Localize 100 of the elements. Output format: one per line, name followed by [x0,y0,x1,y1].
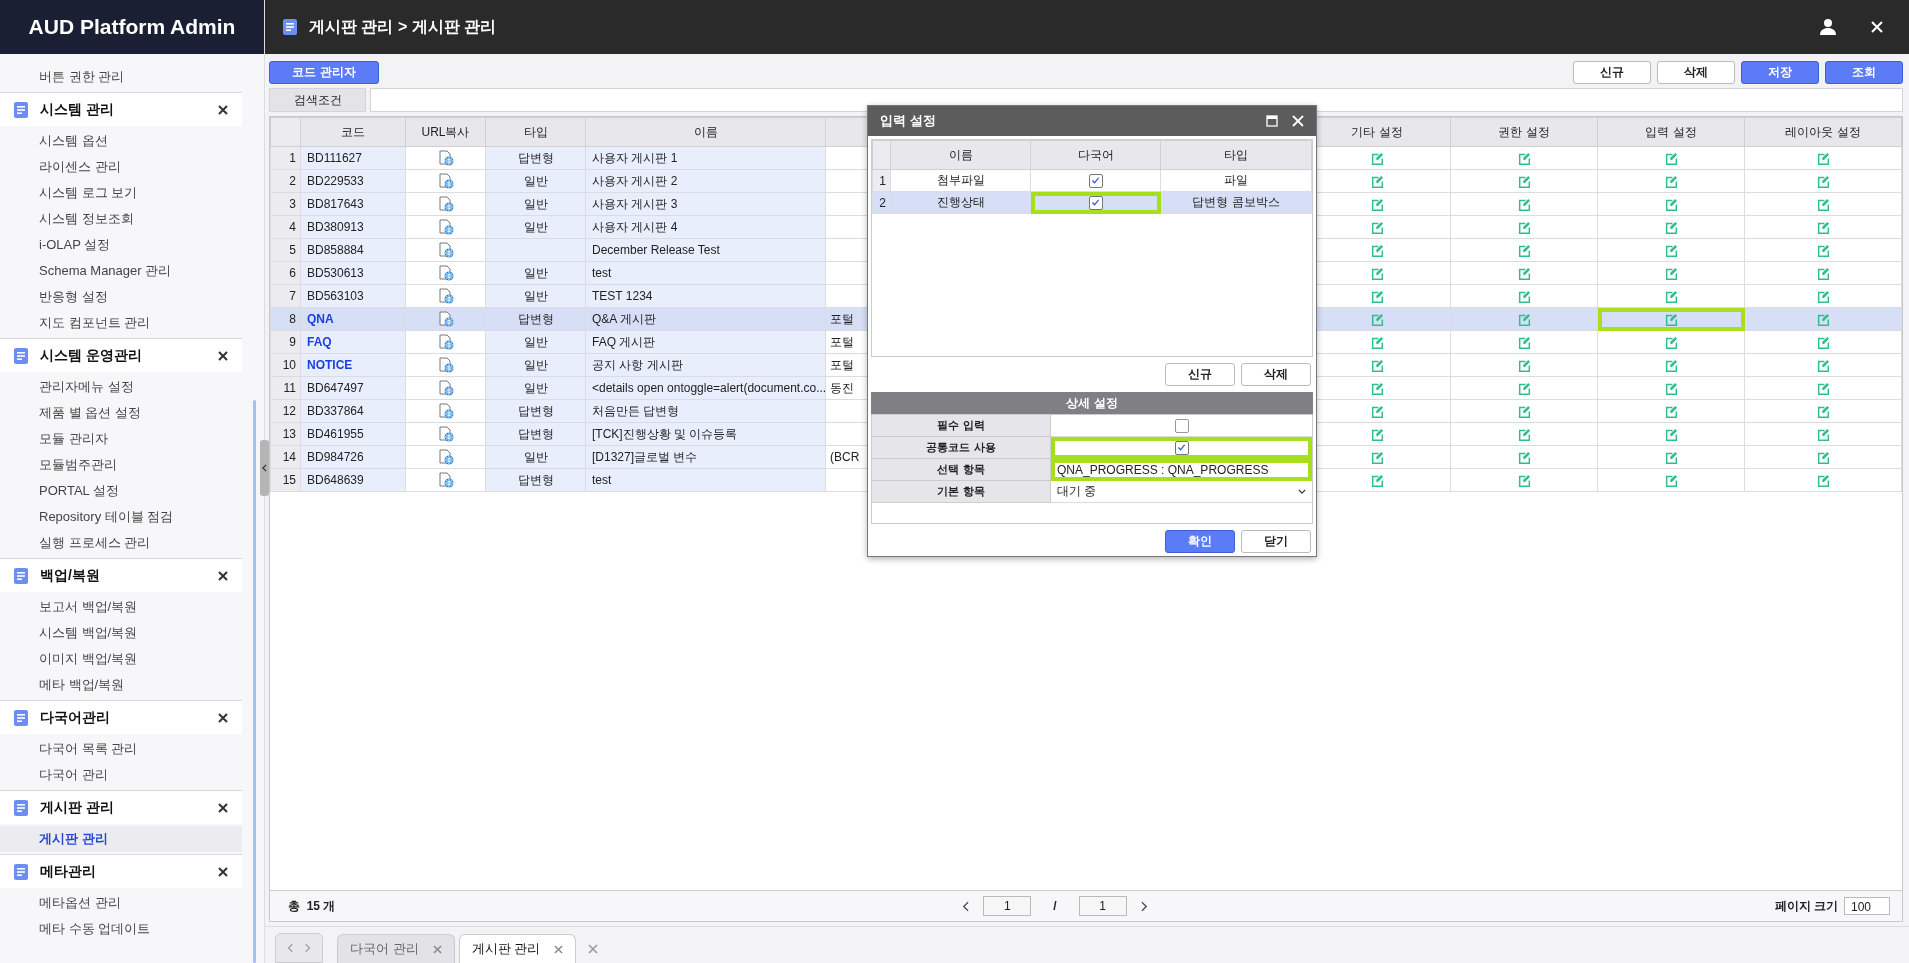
edit-icon[interactable] [1816,359,1830,373]
edit-icon[interactable] [1517,451,1531,465]
menu-item[interactable]: 모듈 관리자 [0,426,242,452]
checkbox[interactable] [1088,195,1103,210]
edit-icon[interactable] [1664,428,1678,442]
edit-icon[interactable] [1370,175,1384,189]
edit-icon[interactable] [1664,152,1678,166]
menu-item[interactable]: 시스템 백업/복원 [0,620,242,646]
menu-item[interactable]: PORTAL 설정 [0,478,242,504]
url-copy-icon[interactable] [437,288,454,304]
url-copy-icon[interactable] [437,357,454,373]
next-page-icon[interactable] [1140,900,1148,912]
edit-icon[interactable] [1816,198,1830,212]
menu-item[interactable]: 메타 수동 업데이트 [0,916,242,942]
edit-icon[interactable] [1370,405,1384,419]
tab-navigation[interactable] [275,933,323,963]
edit-icon[interactable] [1664,359,1678,373]
checkbox[interactable] [1088,173,1103,188]
edit-icon[interactable] [1664,313,1678,327]
edit-icon[interactable] [1664,290,1678,304]
edit-icon[interactable] [1517,405,1531,419]
user-icon[interactable] [1819,18,1837,36]
menu-item[interactable]: 메타옵션 관리 [0,890,242,916]
url-copy-icon[interactable] [437,173,454,189]
page-tab[interactable]: 게시판 관리 [458,934,577,963]
dialog-button[interactable]: 확인 [1165,530,1235,553]
edit-icon[interactable] [1517,175,1531,189]
close-icon[interactable] [218,570,228,581]
menu-item[interactable]: 반응형 설정 [0,284,242,310]
edit-icon[interactable] [1664,221,1678,235]
toolbar-button[interactable]: 삭제 [1657,60,1735,84]
edit-icon[interactable] [1517,244,1531,258]
edit-icon[interactable] [1370,359,1384,373]
edit-icon[interactable] [1370,382,1384,396]
edit-icon[interactable] [1816,267,1830,281]
menu-item[interactable]: 다국어 관리 [0,762,242,788]
edit-icon[interactable] [1816,313,1830,327]
search-field[interactable] [370,88,1903,112]
edit-icon[interactable] [1816,175,1830,189]
edit-icon[interactable] [1664,267,1678,281]
url-copy-icon[interactable] [437,311,454,327]
edit-icon[interactable] [1370,244,1384,258]
edit-icon[interactable] [1517,152,1531,166]
menu-item[interactable]: 관리자메뉴 설정 [0,374,242,400]
edit-icon[interactable] [1517,290,1531,304]
maximize-icon[interactable] [1266,115,1278,127]
menu-item[interactable]: 게시판 관리 [0,826,242,852]
edit-icon[interactable] [1517,474,1531,488]
edit-icon[interactable] [1370,336,1384,350]
edit-icon[interactable] [1517,267,1531,281]
edit-icon[interactable] [1664,474,1678,488]
grid-button[interactable]: 신규 [1165,363,1235,386]
checkbox[interactable] [1174,440,1189,455]
edit-icon[interactable] [1816,336,1830,350]
menu-item[interactable]: 보고서 백업/복원 [0,594,242,620]
url-copy-icon[interactable] [437,242,454,258]
edit-icon[interactable] [1816,152,1830,166]
dropdown[interactable]: 대기 중 [1057,483,1306,500]
checkbox[interactable] [1174,418,1189,433]
close-icon[interactable] [218,350,228,361]
menu-item[interactable]: 다국어 목록 관리 [0,736,242,762]
page-tab[interactable]: 다국어 관리 [337,934,455,963]
edit-icon[interactable] [1816,290,1830,304]
grid-button[interactable]: 삭제 [1241,363,1311,386]
page-size-field[interactable]: 100 [1844,897,1890,915]
url-copy-icon[interactable] [437,265,454,281]
collapse-handle[interactable] [260,440,269,496]
url-copy-icon[interactable] [437,449,454,465]
edit-icon[interactable] [1370,428,1384,442]
url-copy-icon[interactable] [437,380,454,396]
edit-icon[interactable] [1370,198,1384,212]
menu-item[interactable]: 라이센스 관리 [0,154,242,180]
menu-item[interactable]: 시스템 옵션 [0,128,242,154]
url-copy-icon[interactable] [437,426,454,442]
code-manager-button[interactable]: 코드 관리자 [269,60,379,84]
edit-icon[interactable] [1370,474,1384,488]
edit-icon[interactable] [1370,221,1384,235]
close-icon[interactable] [218,104,228,115]
edit-icon[interactable] [1517,221,1531,235]
edit-icon[interactable] [1370,290,1384,304]
menu-item[interactable]: 실행 프로세스 관리 [0,530,242,556]
toolbar-button[interactable]: 신규 [1573,60,1651,84]
chevron-right-icon[interactable] [305,943,311,953]
menu-item[interactable]: 지도 컴포넌트 관리 [0,310,242,336]
edit-icon[interactable] [1517,359,1531,373]
edit-icon[interactable] [1370,313,1384,327]
url-copy-icon[interactable] [437,403,454,419]
edit-icon[interactable] [1664,451,1678,465]
url-copy-icon[interactable] [437,472,454,488]
url-copy-icon[interactable] [437,150,454,166]
edit-icon[interactable] [1370,451,1384,465]
menu-item[interactable]: 메타 백업/복원 [0,672,242,698]
edit-icon[interactable] [1517,198,1531,212]
url-copy-icon[interactable] [437,334,454,350]
edit-icon[interactable] [1664,244,1678,258]
toolbar-button[interactable]: 저장 [1741,60,1819,84]
edit-icon[interactable] [1816,474,1830,488]
menu-item[interactable]: 시스템 정보조회 [0,206,242,232]
edit-icon[interactable] [1816,382,1830,396]
edit-icon[interactable] [1517,428,1531,442]
